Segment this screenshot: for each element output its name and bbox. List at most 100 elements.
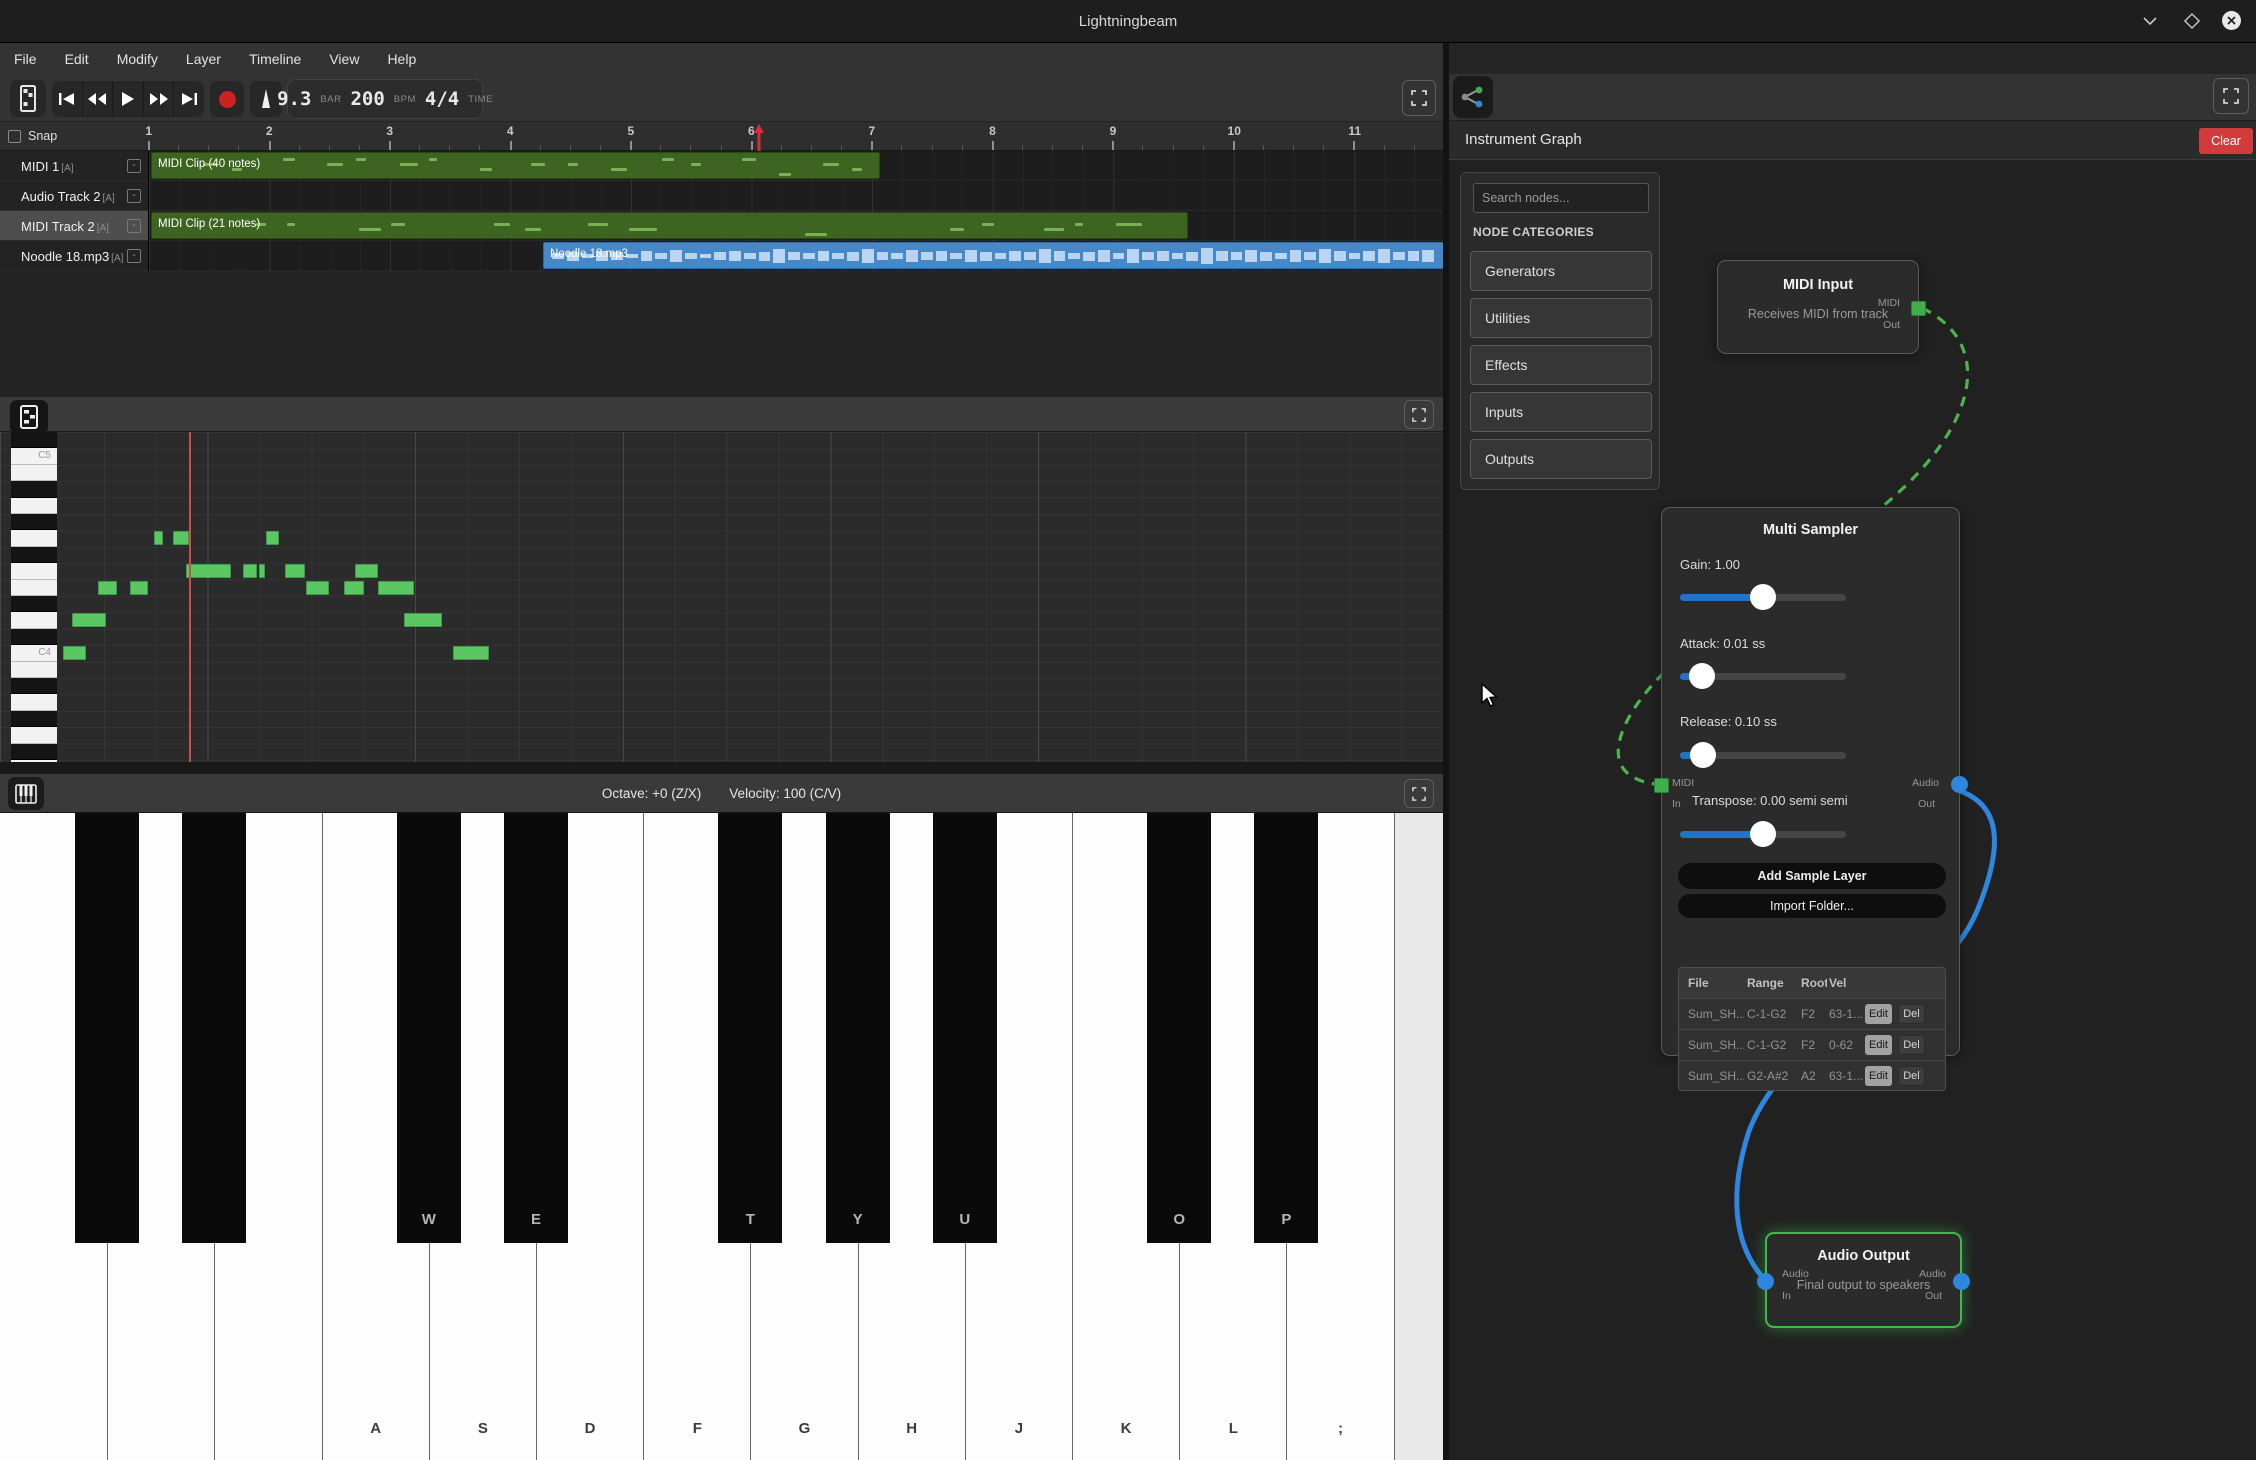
midi-note[interactable] <box>243 564 257 578</box>
black-key-9[interactable]: U <box>933 813 997 1243</box>
virtual-keyboard[interactable]: ASDFGHJKL;WETYUOP <box>0 813 1443 1460</box>
midi-note[interactable] <box>63 646 86 660</box>
track-lane-2[interactable] <box>149 181 1444 211</box>
mini-white-key[interactable] <box>11 662 57 678</box>
delete-button[interactable]: Del <box>1898 1066 1925 1086</box>
timeline-mode-button[interactable] <box>10 80 46 117</box>
mini-black-key[interactable] <box>11 481 57 497</box>
edit-button[interactable]: Edit <box>1865 1004 1892 1024</box>
edit-button[interactable]: Edit <box>1865 1066 1892 1086</box>
piano-roll-mode-button[interactable] <box>10 400 48 434</box>
black-key-7[interactable]: T <box>718 813 782 1243</box>
track-row-1[interactable]: MIDI 1[A]- <box>0 151 148 181</box>
mini-black-key[interactable] <box>11 744 57 760</box>
mini-black-key[interactable] <box>11 547 57 563</box>
clip-midi-2[interactable]: MIDI Clip (21 notes) <box>151 212 1188 239</box>
mini-black-key[interactable] <box>11 629 57 645</box>
midi-note[interactable] <box>259 564 265 578</box>
mini-black-key[interactable] <box>11 432 57 448</box>
midi-note[interactable] <box>173 531 189 545</box>
rewind-button[interactable] <box>83 81 114 117</box>
midi-note[interactable] <box>266 531 279 545</box>
playhead-marker[interactable] <box>751 122 767 151</box>
mini-white-key[interactable] <box>11 465 57 481</box>
black-key-2[interactable] <box>182 813 246 1243</box>
midi-note[interactable] <box>355 564 378 578</box>
track-row-3[interactable]: MIDI Track 2[A]- <box>0 211 148 241</box>
keyboard-mode-button[interactable] <box>8 777 44 810</box>
menu-item-layer[interactable]: Layer <box>172 43 235 76</box>
mini-white-key[interactable] <box>11 530 57 546</box>
track-mute-checkbox[interactable]: - <box>127 189 141 203</box>
node-multi-sampler[interactable]: Multi Sampler Gain: 1.00 Attack: 0.01 ss… <box>1661 507 1960 1056</box>
mini-black-key[interactable] <box>11 596 57 612</box>
menu-item-view[interactable]: View <box>315 43 373 76</box>
audio-out-port[interactable] <box>1953 1273 1970 1290</box>
clip-midi-1[interactable]: MIDI Clip (40 notes) <box>151 152 880 179</box>
transpose-slider[interactable] <box>1680 831 1846 838</box>
track-row-4[interactable]: Noodle 18.mp3[A]- <box>0 241 148 271</box>
piano-roll-keys[interactable]: C5 C4 <box>11 432 57 762</box>
node-midi-input[interactable]: MIDI Input Receives MIDI from track MIDI… <box>1717 260 1919 354</box>
node-audio-output[interactable]: Audio Output Audio In Final output to sp… <box>1765 1232 1962 1328</box>
midi-note[interactable] <box>404 613 442 627</box>
midi-out-port[interactable] <box>1911 301 1926 316</box>
midi-note[interactable] <box>186 564 231 578</box>
audio-out-port[interactable] <box>1951 776 1968 793</box>
delete-button[interactable]: Del <box>1898 1004 1925 1024</box>
gain-slider[interactable] <box>1680 594 1846 601</box>
skip-end-button[interactable] <box>174 81 204 117</box>
midi-note[interactable] <box>130 581 148 595</box>
mini-white-key[interactable] <box>11 563 57 579</box>
play-button[interactable] <box>113 81 144 117</box>
mini-white-key[interactable] <box>11 760 57 762</box>
attack-slider[interactable] <box>1680 673 1846 680</box>
midi-note[interactable] <box>344 581 364 595</box>
midi-note[interactable] <box>98 581 117 595</box>
midi-note[interactable] <box>154 531 163 545</box>
minimize-icon[interactable] <box>2140 11 2160 31</box>
midi-note[interactable] <box>72 613 106 627</box>
menu-item-modify[interactable]: Modify <box>103 43 172 76</box>
mini-black-key[interactable] <box>11 678 57 694</box>
mini-black-key[interactable] <box>11 514 57 530</box>
white-key-14[interactable] <box>1394 813 1443 1460</box>
mini-white-key[interactable] <box>11 498 57 514</box>
midi-note[interactable] <box>453 646 489 660</box>
menu-item-help[interactable]: Help <box>373 43 430 76</box>
clip-audio-3[interactable]: Noodle 18.mp3 <box>543 242 1444 269</box>
black-key-11[interactable]: O <box>1147 813 1211 1243</box>
black-key-4[interactable]: W <box>397 813 461 1243</box>
midi-note[interactable] <box>285 564 305 578</box>
mini-white-key[interactable] <box>11 580 57 596</box>
midi-note[interactable] <box>378 581 414 595</box>
delete-button[interactable]: Del <box>1898 1035 1925 1055</box>
piano-roll-expand-button[interactable] <box>1404 400 1434 429</box>
timeline-lanes[interactable]: MIDI Clip (40 notes) MIDI Clip (21 notes)… <box>148 151 1443 271</box>
mini-white-key[interactable] <box>11 727 57 743</box>
add-sample-layer-button[interactable]: Add Sample Layer <box>1678 863 1946 889</box>
midi-in-port[interactable] <box>1654 778 1669 793</box>
track-mute-checkbox[interactable]: - <box>127 159 141 173</box>
midi-note[interactable] <box>306 581 329 595</box>
track-row-2[interactable]: Audio Track 2[A]- <box>0 181 148 211</box>
fast-forward-button[interactable] <box>144 81 175 117</box>
timeline-empty-area[interactable] <box>0 271 1443 397</box>
release-slider[interactable] <box>1680 752 1846 759</box>
menu-item-edit[interactable]: Edit <box>51 43 103 76</box>
import-folder-button[interactable]: Import Folder... <box>1678 894 1946 918</box>
black-key-8[interactable]: Y <box>826 813 890 1243</box>
mini-white-key[interactable]: C4 <box>11 645 57 661</box>
track-mute-checkbox[interactable]: - <box>127 249 141 263</box>
menu-item-file[interactable]: File <box>0 43 51 76</box>
snap-checkbox[interactable] <box>8 130 21 143</box>
timeline-ruler[interactable]: Snap 1234567891011 <box>0 122 1443 151</box>
mini-white-key[interactable] <box>11 612 57 628</box>
mini-white-key[interactable]: C5 <box>11 448 57 464</box>
timeline-expand-button[interactable] <box>1402 80 1436 116</box>
menu-item-timeline[interactable]: Timeline <box>235 43 315 76</box>
black-key-1[interactable] <box>75 813 139 1243</box>
black-key-12[interactable]: P <box>1254 813 1318 1243</box>
black-key-5[interactable]: E <box>504 813 568 1243</box>
skip-start-button[interactable] <box>52 81 83 117</box>
